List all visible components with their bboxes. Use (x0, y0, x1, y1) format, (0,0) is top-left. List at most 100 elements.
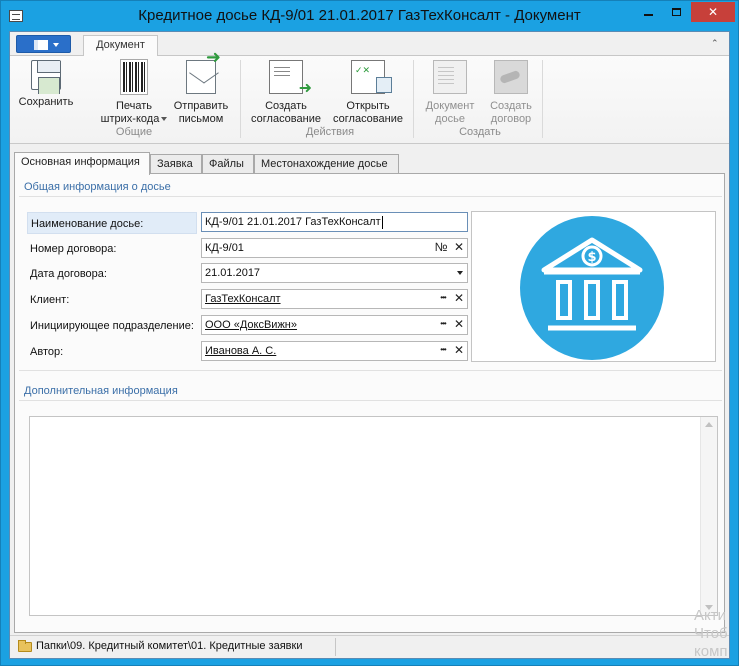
maximize-icon (671, 8, 681, 16)
ribbon-collapse-icon[interactable]: ⌃ (711, 38, 721, 48)
title-bar[interactable]: Кредитное досье КД-9/01 21.01.2017 ГазТе… (1, 1, 738, 31)
open-approval-label-2: согласование (333, 113, 403, 125)
department-input[interactable]: ООО «ДоксВижн» ••• ✕ (201, 315, 468, 335)
section-title-general: Общая информация о досье (24, 181, 171, 193)
ribbon-tab-strip: Документ ⌃ (10, 32, 729, 57)
bank-icon: $ (520, 216, 664, 360)
create-approval-button[interactable]: Создать согласование (246, 60, 326, 126)
contract-icon (494, 60, 528, 94)
menu-icon (34, 40, 48, 50)
dossier-document-button[interactable]: Документ досье (417, 60, 483, 126)
maximize-button[interactable] (663, 2, 689, 22)
scroll-up-icon[interactable] (705, 422, 713, 427)
ribbon-tab-document[interactable]: Документ (83, 35, 158, 57)
ribbon-group-separator (240, 60, 241, 138)
tab-files[interactable]: Файлы (202, 154, 254, 174)
open-approval-icon (351, 60, 392, 94)
save-button[interactable]: Сохранить (16, 60, 76, 109)
clear-icon[interactable]: ✕ (451, 316, 467, 334)
create-contract-label-1: Создать (490, 100, 532, 112)
vertical-scrollbar[interactable] (700, 417, 717, 615)
tab-general-info[interactable]: Основная информация (14, 152, 150, 175)
number-button[interactable]: № (431, 239, 451, 257)
bank-building-icon: $ (541, 237, 643, 331)
dossier-name-value: КД-9/01 21.01.2017 ГазТехКонсалт (205, 216, 381, 228)
group-label-actions: Действия (305, 126, 355, 138)
section-divider (19, 400, 722, 401)
ellipsis-button[interactable]: ••• (435, 290, 451, 308)
clear-icon[interactable]: ✕ (451, 290, 467, 308)
text-caret (381, 215, 383, 229)
document-icon (433, 60, 467, 94)
print-barcode-button[interactable]: Печать штрих-кода (94, 59, 174, 126)
label-author: Автор: (30, 346, 64, 358)
ellipsis-button[interactable]: ••• (435, 316, 451, 334)
folder-icon (18, 640, 32, 652)
print-barcode-label-1: Печать (115, 100, 153, 112)
ellipsis-button[interactable]: ••• (435, 342, 451, 360)
dossier-name-input[interactable]: КД-9/01 21.01.2017 ГазТехКонсалт (201, 212, 468, 232)
save-label: Сохранить (18, 96, 74, 108)
contract-number-value: КД-9/01 (205, 242, 244, 254)
status-separator (335, 638, 336, 656)
barcode-icon (120, 59, 148, 95)
client-link[interactable]: ГазТехКонсалт (205, 293, 281, 305)
dossier-doc-label-2: досье (435, 113, 465, 125)
chevron-down-icon (53, 43, 59, 47)
create-approval-label-2: согласование (251, 113, 321, 125)
label-dossier-name: Наименование досье: (27, 212, 197, 234)
calendar-dropdown-button[interactable] (451, 264, 467, 282)
send-email-label-2: письмом (178, 113, 224, 125)
app-window: Кредитное досье КД-9/01 21.01.2017 ГазТе… (0, 0, 739, 666)
create-approval-icon (269, 60, 312, 95)
svg-text:$: $ (587, 250, 596, 265)
department-link[interactable]: ООО «ДоксВижн» (205, 319, 297, 331)
ribbon-group-separator (413, 60, 414, 138)
send-email-label-1: Отправить (173, 100, 229, 112)
author-link[interactable]: Иванова А. С. (205, 345, 276, 357)
watermark-line-2: Чтоб (694, 625, 728, 642)
clear-icon[interactable]: ✕ (451, 239, 467, 257)
client-input[interactable]: ГазТехКонсалт ••• ✕ (201, 289, 468, 309)
ribbon-group-separator (542, 60, 543, 138)
minimize-icon (643, 14, 653, 16)
document-client-area: Документ ⌃ Сохранить Печать штрих-кода О… (9, 31, 730, 659)
clear-icon[interactable]: ✕ (451, 342, 467, 360)
contract-date-picker[interactable]: 21.01.2017 (201, 263, 468, 283)
minimize-button[interactable] (635, 2, 661, 22)
group-label-create: Создать (459, 126, 501, 138)
watermark-line-3: комп (694, 643, 728, 660)
document-tabs: Основная информация Заявка Файлы Местона… (14, 152, 727, 175)
save-icon (31, 60, 61, 94)
section-title-additional: Дополнительная информация (24, 385, 178, 397)
ribbon: Сохранить Печать штрих-кода Отправить пи… (10, 51, 729, 144)
tab-request[interactable]: Заявка (150, 154, 202, 174)
chevron-down-icon (457, 270, 463, 275)
contract-number-input[interactable]: КД-9/01 № ✕ (201, 238, 468, 258)
section-divider (19, 370, 722, 371)
mail-icon (186, 51, 221, 94)
dossier-image-box[interactable]: $ (471, 211, 716, 362)
additional-info-textarea[interactable] (29, 416, 718, 616)
print-barcode-label-2: штрих-кода (100, 113, 160, 125)
author-input[interactable]: Иванова А. С. ••• ✕ (201, 341, 468, 361)
label-contract-date: Дата договора: (30, 268, 107, 280)
window-title: Кредитное досье КД-9/01 21.01.2017 ГазТе… (138, 7, 581, 24)
close-button[interactable]: ✕ (691, 2, 735, 22)
folder-path[interactable]: Папки\09. Кредитный комитет\01. Кредитны… (36, 640, 302, 652)
create-contract-button[interactable]: Создать договор (480, 60, 542, 126)
label-contract-number: Номер договора: (30, 243, 117, 255)
open-approval-label-1: Открыть (346, 100, 390, 112)
tab-panel-general-info: Общая информация о досье Наименование до… (14, 173, 725, 633)
dossier-doc-label-1: Документ (425, 100, 475, 112)
tab-dossier-location[interactable]: Местонахождение досье (254, 154, 399, 174)
create-approval-label-1: Создать (265, 100, 307, 112)
activation-watermark: Акти Чтоб комп (694, 607, 739, 661)
watermark-line-1: Акти (694, 607, 726, 624)
open-approval-button[interactable]: Открыть согласование (328, 60, 408, 126)
send-email-button[interactable]: Отправить письмом (166, 51, 236, 126)
create-contract-label-2: договор (490, 113, 532, 125)
contract-date-value: 21.01.2017 (205, 267, 261, 279)
label-client: Клиент: (30, 294, 70, 306)
app-menu-button[interactable] (16, 35, 71, 53)
